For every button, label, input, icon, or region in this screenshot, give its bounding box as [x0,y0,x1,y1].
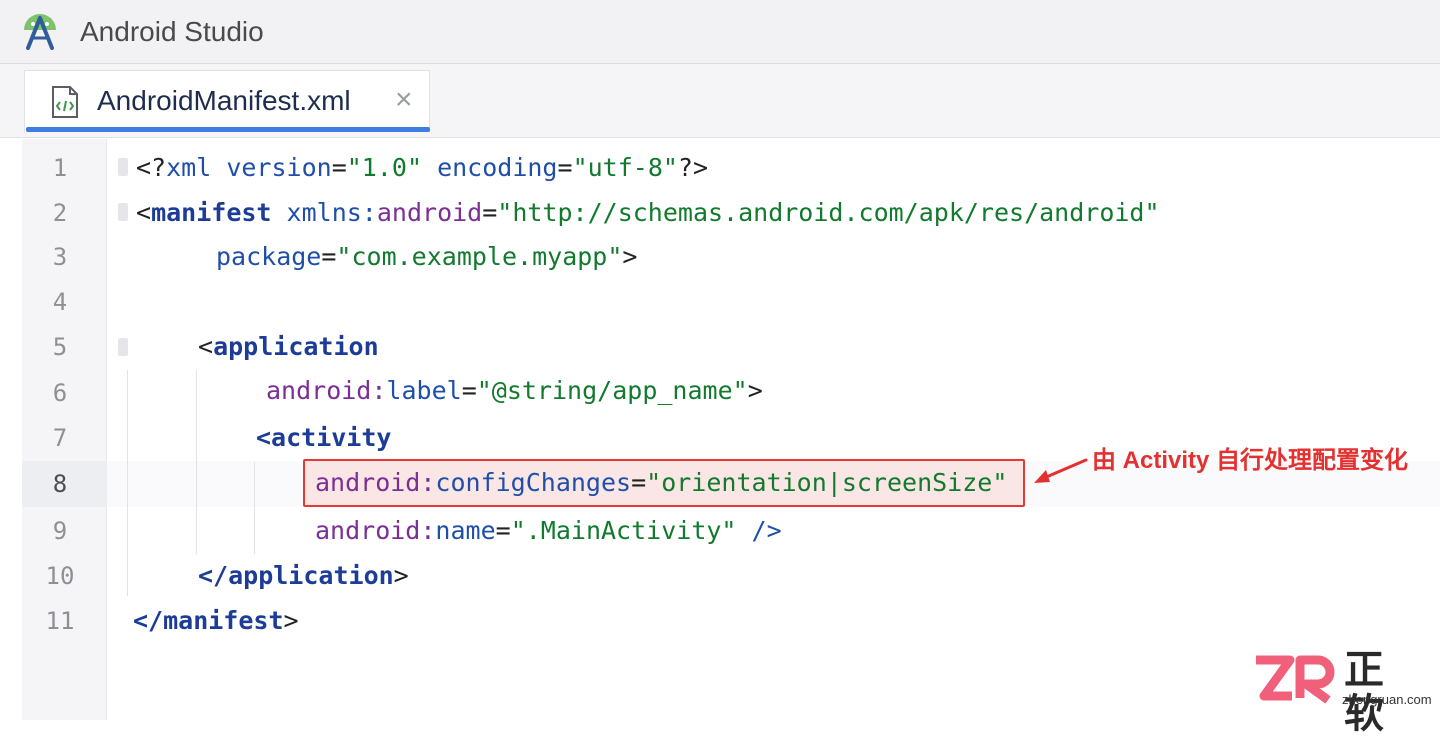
code-line: android:label="@string/app_name"> [266,376,763,406]
code-line: android:name=".MainActivity" /> [315,516,782,546]
code-token: < [136,198,152,227]
code-line-highlighted: android:configChanges="orientation|scree… [315,468,1007,498]
fold-marker-icon[interactable] [118,338,128,356]
code-line: <?xml version="1.0" encoding="utf-8"?> [136,153,708,183]
title-bar: Android Studio [0,0,1440,64]
code-token: > [283,606,299,635]
code-token: name [435,516,496,545]
line-number: 7 [52,424,68,452]
code-token: "1.0" [346,153,423,182]
code-token: "@string/app_name" [476,376,748,405]
line-number-current: 8 [52,470,68,498]
code-token: configChanges [435,468,632,497]
active-tab-indicator [26,127,430,132]
code-token: label [386,376,462,405]
code-token: = [321,242,337,271]
code-token: </manifest [133,606,284,635]
code-token: manifest [151,198,272,227]
code-line: </manifest> [133,606,299,636]
code-token: application [213,332,379,361]
code-token: android [376,198,483,227]
code-token: package [216,242,322,271]
fold-marker-icon[interactable] [118,158,128,176]
code-token: "utf-8" [572,153,678,182]
code-token: = [331,153,347,182]
code-token: "http://schemas.android.com/apk/res/andr… [497,198,1160,227]
indent-guide [127,370,128,596]
indent-guide [196,370,197,554]
annotation-text: 由 Activity 自行处理配置变化 [1092,447,1409,474]
line-number: 3 [52,243,68,271]
code-token: = [557,153,573,182]
code-token: > [622,242,638,271]
code-token: ?> [677,153,709,182]
code-token: android: [266,376,387,405]
code-token: = [495,516,511,545]
code-token: = [461,376,477,405]
fold-marker-icon[interactable] [118,203,128,221]
xml-file-icon [52,86,78,118]
code-token: <? [136,153,167,182]
line-number: 6 [52,379,68,407]
code-token: > [747,376,763,405]
line-number: 2 [52,199,68,227]
code-line: package="com.example.myapp"> [216,242,637,272]
annotation-arrow-icon [1034,458,1088,483]
code-token: xmlns: [286,198,377,227]
watermark-url: zhengruan.com [1342,692,1432,707]
tab-label: AndroidManifest.xml [97,85,351,116]
line-number: 9 [52,517,68,545]
line-number: 10 [45,562,75,590]
code-line: <application [198,332,379,362]
code-token: <activity [256,423,392,452]
code-token: </application [198,561,394,590]
zr-logo-icon [1256,655,1335,704]
code-token: "com.example.myapp" [336,242,623,271]
code-token: encoding [437,153,558,182]
indent-guide [254,462,255,554]
watermark: 正软 zhengruan.com [1250,648,1432,736]
code-token: /> [751,516,782,545]
code-token: > [393,561,409,590]
code-token: android: [315,516,436,545]
code-token: ".MainActivity" [510,516,737,545]
code-line: </application> [198,561,409,591]
code-token: < [198,332,214,361]
code-token: "orientation|screenSize" [646,468,1008,497]
code-token: = [482,198,498,227]
line-number: 4 [52,288,68,316]
code-token: xml [166,153,212,182]
code-token: version [226,153,332,182]
line-number: 1 [52,154,68,182]
code-line: <manifest xmlns:android="http://schemas.… [136,198,1160,228]
code-token: android: [315,468,436,497]
line-number: 11 [45,607,75,635]
android-studio-logo-icon [24,14,56,50]
code-line: <activity [256,423,391,453]
code-token: = [631,468,647,497]
line-number: 5 [52,333,68,361]
tab-close-icon[interactable]: × [395,83,413,117]
window-title: Android Studio [80,16,264,47]
tab-android-manifest[interactable]: AndroidManifest.xml × [24,70,430,132]
